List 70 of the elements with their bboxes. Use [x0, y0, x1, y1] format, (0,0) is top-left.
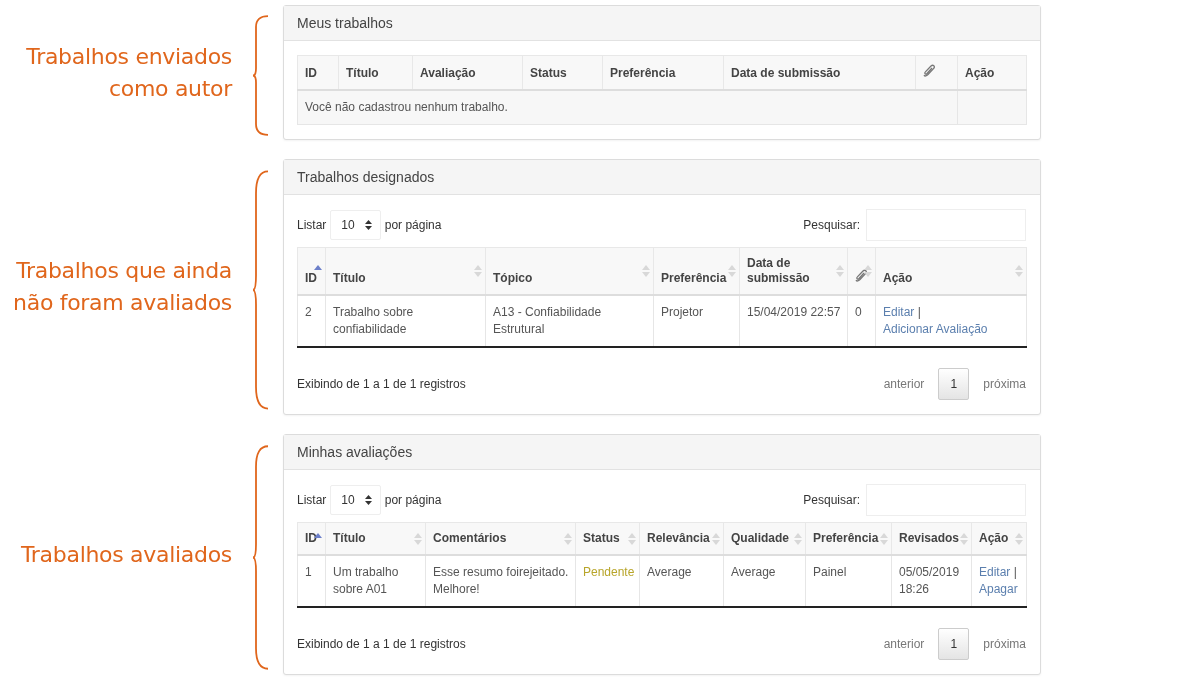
- status-label: Pendente: [583, 565, 635, 579]
- table-cell: Painel: [805, 555, 892, 607]
- next-link[interactable]: próxima: [983, 377, 1026, 391]
- column-header[interactable]: Preferência: [653, 247, 740, 295]
- table-cell: 1: [297, 555, 326, 607]
- column-header[interactable]: [847, 247, 876, 295]
- column-header[interactable]: ID: [297, 247, 326, 295]
- table-cell: Um trabalho sobre A01: [325, 555, 426, 607]
- sort-icon[interactable]: [864, 265, 872, 277]
- column-header: Ação: [957, 55, 1027, 90]
- action-link[interactable]: Editar: [883, 304, 915, 321]
- search-label: Pesquisar:: [803, 493, 860, 507]
- updown-caret-icon: [364, 495, 372, 505]
- column-header[interactable]: Qualidade: [723, 522, 806, 555]
- column-header[interactable]: ID: [297, 522, 326, 555]
- column-header: Status: [522, 55, 603, 90]
- table-cell: Average: [723, 555, 806, 607]
- column-header: Data de submissão: [723, 55, 916, 90]
- separator: |: [1013, 565, 1017, 579]
- table-cell: Average: [639, 555, 724, 607]
- column-header[interactable]: Revisados: [891, 522, 972, 555]
- previous-link[interactable]: anterior: [883, 377, 925, 391]
- page-button[interactable]: 1: [938, 368, 970, 400]
- paperclip-icon: [923, 64, 935, 77]
- column-header[interactable]: Tópico: [485, 247, 654, 295]
- separator: |: [917, 305, 921, 319]
- table-cell: A13 - Confiabilidade Estrutural: [485, 295, 654, 347]
- updown-caret-icon: [364, 220, 372, 230]
- table-cell: Projetor: [653, 295, 740, 347]
- column-header: ID: [297, 55, 339, 90]
- panel-title: Meus trabalhos: [284, 6, 1040, 41]
- table-cell: 2: [297, 295, 326, 347]
- search-label: Pesquisar:: [803, 218, 860, 232]
- annotation-label: Trabalhos avaliados: [19, 540, 233, 569]
- column-header: Preferência: [602, 55, 724, 90]
- records-info: Exibindo de 1 a 1 de 1 registros: [297, 377, 466, 391]
- page-button[interactable]: 1: [938, 628, 970, 660]
- action-link[interactable]: Apagar: [979, 581, 1018, 598]
- length-label: por página: [384, 493, 442, 507]
- column-header[interactable]: Relevância: [639, 522, 724, 555]
- panel-title: Minhas avaliações: [284, 435, 1040, 470]
- action-link[interactable]: Editar: [979, 564, 1011, 581]
- empty-message: Você não cadastrou nenhum trabalho.: [297, 90, 958, 125]
- previous-link[interactable]: anterior: [883, 637, 925, 651]
- annotation-label: Trabalhos que ainda não foram avaliados: [12, 257, 233, 317]
- length-label: por página: [384, 218, 442, 232]
- column-header[interactable]: Título: [325, 247, 486, 295]
- action-link[interactable]: Adicionar Avaliação: [883, 321, 988, 338]
- column-header[interactable]: Status: [575, 522, 640, 555]
- column-header[interactable]: Preferência: [805, 522, 892, 555]
- column-header[interactable]: Título: [325, 522, 426, 555]
- length-label: Listar: [297, 218, 327, 232]
- column-header: Avaliação: [412, 55, 523, 90]
- length-label: Listar: [297, 493, 327, 507]
- annotation-label: Trabalhos enviados como autor: [25, 42, 234, 103]
- column-header: Título: [338, 55, 413, 90]
- table-cell: 05/05/2019 18:26: [891, 555, 972, 607]
- panel-title: Trabalhos designados: [284, 160, 1040, 195]
- paperclip-icon: [855, 269, 867, 282]
- records-info: Exibindo de 1 a 1 de 1 registros: [297, 637, 466, 651]
- column-header[interactable]: Data de submissão: [739, 247, 848, 295]
- table-cell: Esse resumo foirejeitado. Melhore!: [425, 555, 576, 607]
- table-cell: Trabalho sobre confiabilidade: [325, 295, 486, 347]
- next-link[interactable]: próxima: [983, 637, 1026, 651]
- page-length-select[interactable]: 10: [330, 210, 381, 240]
- column-header[interactable]: Ação: [971, 522, 1027, 555]
- column-header[interactable]: Ação: [875, 247, 1027, 295]
- table-cell: 15/04/2019 22:57: [739, 295, 848, 347]
- column-header[interactable]: Comentários: [425, 522, 576, 555]
- page-length-select[interactable]: 10: [330, 485, 381, 515]
